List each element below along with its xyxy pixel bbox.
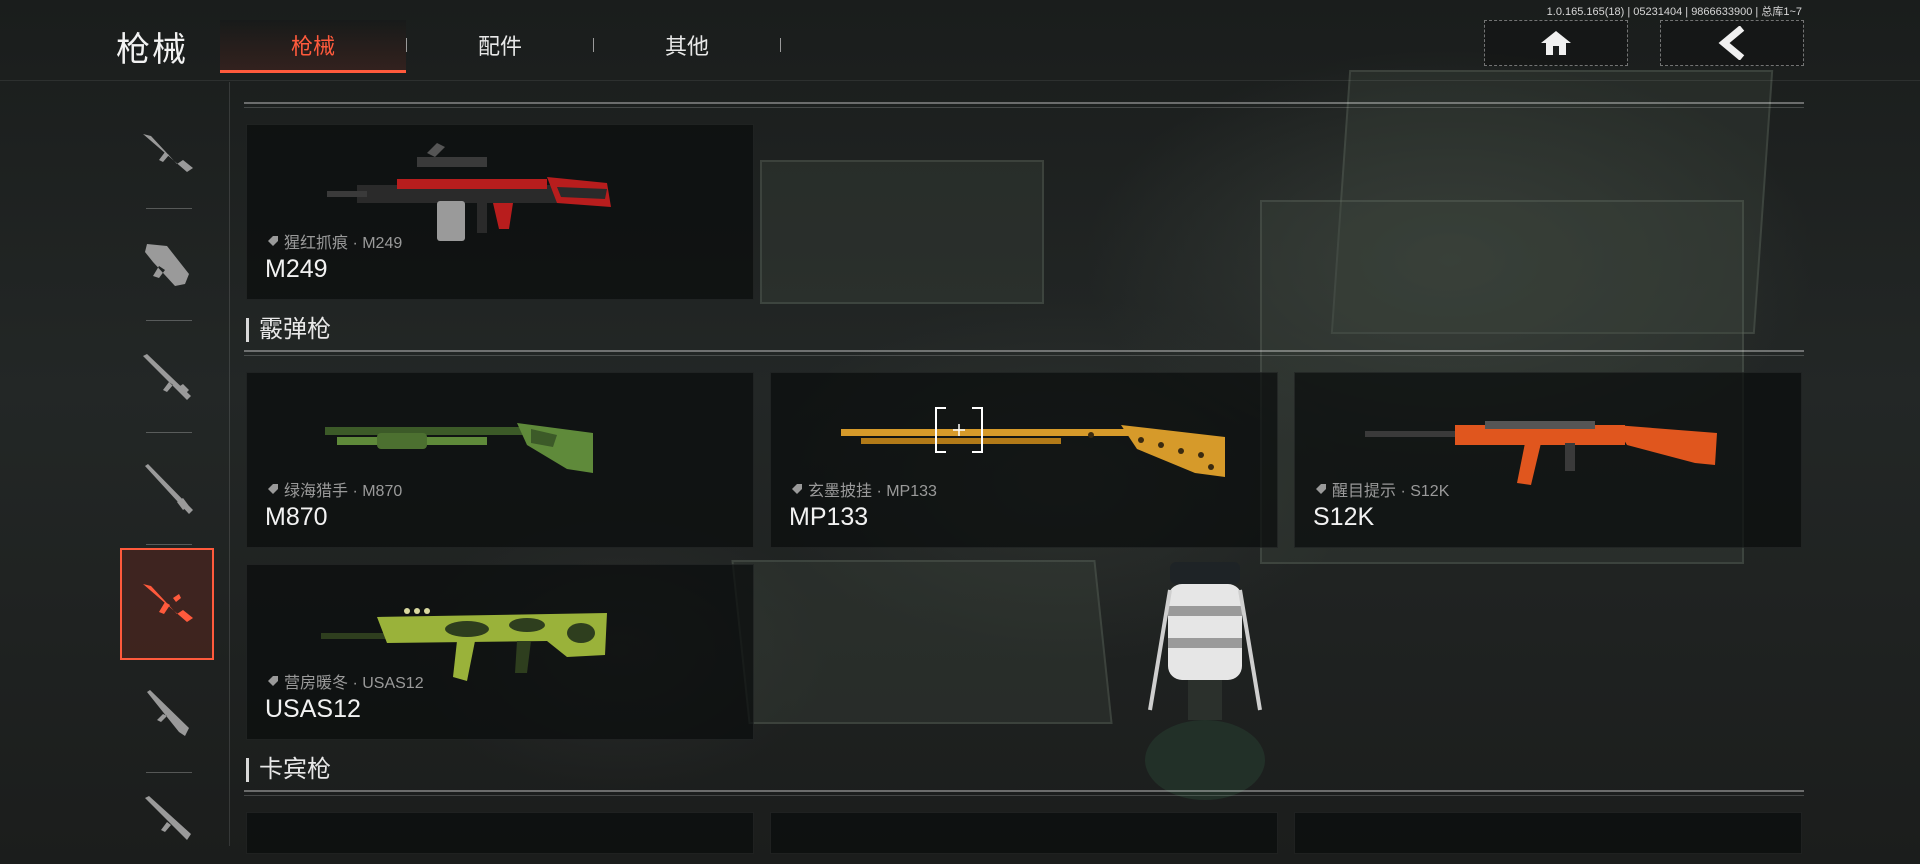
skin-name: 猩红抓痕 · M249 xyxy=(284,235,403,252)
section-divider xyxy=(244,795,1804,796)
section-title-shotgun: 霰弹枪 xyxy=(246,318,331,342)
weapon-card-placeholder[interactable] xyxy=(770,812,1278,854)
weapon-name: USAS12 xyxy=(265,695,361,723)
tab-attachments[interactable]: 配件 xyxy=(407,20,593,70)
carbine-icon xyxy=(147,690,189,736)
smg-icon xyxy=(145,244,189,286)
tab-others[interactable]: 其他 xyxy=(594,20,780,70)
sidebar-item-pistol[interactable] xyxy=(120,776,214,864)
weapon-card-s12k[interactable]: 醒目提示 · S12K S12K xyxy=(1294,372,1802,548)
weapon-name: S12K xyxy=(1313,503,1375,531)
skin-label: 玄墨披挂 · MP133 xyxy=(791,477,937,501)
skin-label: 营房暖冬 · USAS12 xyxy=(267,669,424,693)
weapon-card-placeholder[interactable] xyxy=(1294,812,1802,854)
weapon-name: MP133 xyxy=(789,503,869,531)
sidebar-divider-line xyxy=(146,320,192,321)
sidebar-divider-line xyxy=(146,772,192,773)
weapon-name: M249 xyxy=(265,255,328,283)
home-button[interactable] xyxy=(1484,20,1628,66)
weapon-card-mp133[interactable]: 玄墨披挂 · MP133 MP133 xyxy=(770,372,1278,548)
sidebar-item-sniper-rifle[interactable] xyxy=(120,324,214,432)
section-divider xyxy=(244,350,1804,352)
sidebar-item-shotgun[interactable] xyxy=(120,548,214,660)
section-divider xyxy=(244,107,1804,108)
weapon-card-placeholder[interactable] xyxy=(246,812,754,854)
crosshair-icon xyxy=(935,407,983,453)
section-divider xyxy=(244,102,1804,104)
sidebar-divider xyxy=(229,82,230,846)
tag-icon xyxy=(268,676,278,686)
sidebar-item-assault-rifle[interactable] xyxy=(120,100,214,208)
chevron-left-icon xyxy=(1718,26,1745,60)
skin-label: 猩红抓痕 · M249 xyxy=(267,229,402,253)
section-divider xyxy=(244,355,1804,356)
category-tabs: 枪械 配件 其他 xyxy=(220,20,781,73)
tag-icon xyxy=(1316,484,1326,494)
tab-separator xyxy=(780,38,781,52)
weapon-list: 猩红抓痕 · M249 M249 霰弹枪 绿海猎手 · M870 M870 玄墨… xyxy=(244,100,1804,864)
page-title: 枪械 xyxy=(116,31,188,69)
marksman-rifle-icon xyxy=(145,464,193,514)
sidebar-item-carbine[interactable] xyxy=(120,660,214,768)
tag-icon xyxy=(268,236,278,246)
header-divider xyxy=(0,80,1920,81)
tag-icon xyxy=(268,484,278,494)
sniper-rifle-icon xyxy=(143,354,191,400)
weapon-card-m870[interactable]: 绿海猎手 · M870 M870 xyxy=(246,372,754,548)
home-icon xyxy=(1541,31,1571,55)
weapon-name: M870 xyxy=(265,503,328,531)
skin-name: 醒目提示 · S12K xyxy=(1332,483,1450,500)
section-divider xyxy=(244,790,1804,792)
sidebar-divider-line xyxy=(146,432,192,433)
skin-name: 玄墨披挂 · MP133 xyxy=(808,483,937,500)
weapon-category-sidebar xyxy=(120,100,216,864)
weapon-card-m249[interactable]: 猩红抓痕 · M249 M249 xyxy=(246,124,754,300)
back-button[interactable] xyxy=(1660,20,1804,66)
shotgun-icon xyxy=(143,584,193,622)
weapon-card-usas12[interactable]: 营房暖冬 · USAS12 USAS12 xyxy=(246,564,754,740)
tag-icon xyxy=(792,484,802,494)
tab-guns[interactable]: 枪械 xyxy=(220,20,406,73)
skin-name: 绿海猎手 · M870 xyxy=(284,483,403,500)
skin-label: 绿海猎手 · M870 xyxy=(267,477,402,501)
skin-name: 营房暖冬 · USAS12 xyxy=(284,675,424,692)
sidebar-item-marksman-rifle[interactable] xyxy=(120,436,214,544)
section-title-carbine: 卡宾枪 xyxy=(246,758,331,782)
sidebar-item-smg[interactable] xyxy=(120,212,214,320)
pistol-icon xyxy=(145,796,191,840)
skin-label: 醒目提示 · S12K xyxy=(1315,477,1449,501)
assault-rifle-icon xyxy=(143,134,193,172)
sidebar-divider-line xyxy=(146,544,192,545)
version-info: 1.0.165.165(18) | 05231404 | 9866633900 … xyxy=(1546,6,1802,18)
sidebar-divider-line xyxy=(146,208,192,209)
